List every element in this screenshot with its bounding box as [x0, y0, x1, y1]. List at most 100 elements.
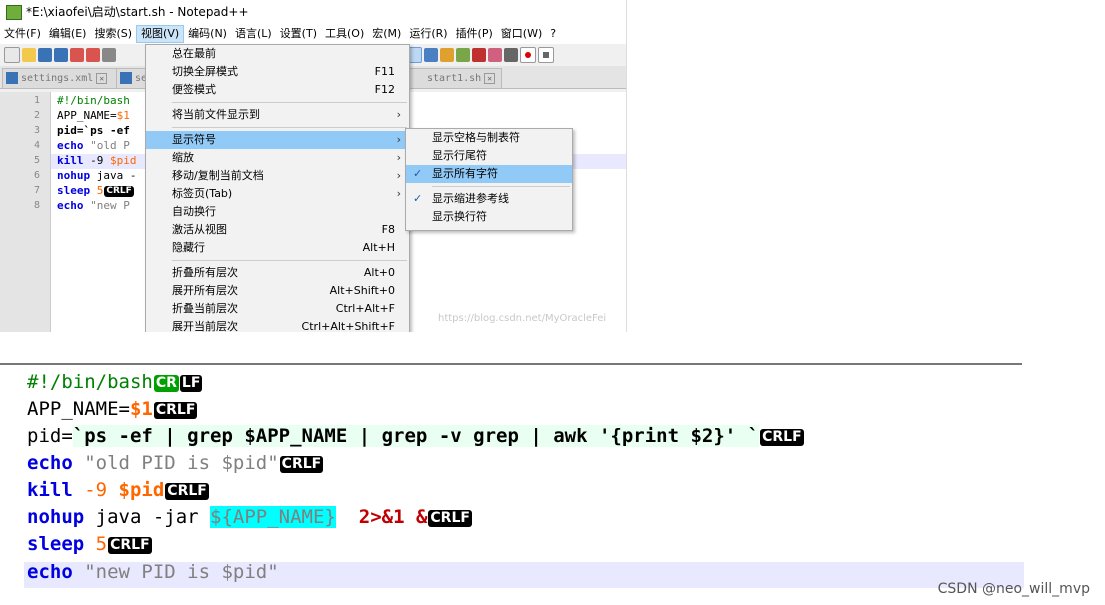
menu-item-fold-current[interactable]: 折叠当前层次 Ctrl+Alt+F [146, 300, 409, 318]
close-icon[interactable]: ✕ [484, 73, 496, 84]
folder-workspace-icon[interactable] [488, 48, 502, 62]
stop-macro-icon[interactable] [538, 47, 554, 63]
menu-item-tab[interactable]: 标签页(Tab) › [146, 185, 409, 203]
code-line: kill -9 $pid [57, 154, 137, 167]
tab-label: settings.xml [21, 73, 94, 84]
menu-item-postit[interactable]: 便签模式 F12 [146, 81, 409, 99]
code-token: APP_NAME= [27, 398, 130, 420]
menu-item-hide-lines[interactable]: 隐藏行 Alt+H [146, 239, 409, 257]
lf-label: LF [783, 429, 802, 445]
code-line: pid=`ps -ef [57, 124, 130, 137]
tab-settings-xml[interactable]: settings.xml ✕ [2, 68, 118, 88]
code-token: $pid [118, 479, 165, 501]
chevron-right-icon: › [396, 108, 401, 121]
doc-map-icon[interactable] [456, 48, 470, 62]
menu-separator [172, 102, 407, 103]
window-title: *E:\xiaofei\启动\start.sh - Notepad++ [26, 5, 249, 19]
udl-icon[interactable] [440, 48, 454, 62]
menu-file[interactable]: 文件(F) [0, 25, 45, 43]
menu-item-zoom[interactable]: 缩放 › [146, 149, 409, 167]
menu-item-word-wrap[interactable]: 自动换行 [146, 203, 409, 221]
menu-item-label: 便签模式 [172, 83, 216, 96]
menu-plugins[interactable]: 插件(P) [452, 25, 497, 43]
watermark: https://blog.csdn.net/MyOracleFei [438, 313, 607, 324]
cr-label: CR [106, 186, 120, 196]
menu-tools[interactable]: 工具(O) [321, 25, 368, 43]
menu-item-fullscreen[interactable]: 切换全屏模式 F11 [146, 63, 409, 81]
menu-item-show-wrap[interactable]: 显示换行符 [406, 208, 572, 226]
menu-item-always-on-top[interactable]: 总在最前 [146, 45, 409, 63]
menu-search[interactable]: 搜索(S) [90, 25, 136, 43]
menu-item-unfold-current[interactable]: 展开当前层次 Ctrl+Alt+Shift+F [146, 318, 409, 332]
menu-item-show-eol[interactable]: 显示行尾符 [406, 147, 572, 165]
close-all-icon[interactable] [86, 48, 100, 62]
code-token: -9 [72, 479, 119, 501]
menu-language[interactable]: 语言(L) [231, 25, 276, 43]
file-icon [6, 72, 18, 84]
menu-item-label: 折叠所有层次 [172, 266, 238, 279]
menu-macro[interactable]: 宏(M) [368, 25, 405, 43]
menu-item-label: 隐藏行 [172, 241, 205, 254]
close-icon[interactable]: ✕ [96, 73, 108, 84]
close-file-icon[interactable] [70, 48, 84, 62]
menu-item-move-clone[interactable]: 移动/复制当前文档 › [146, 167, 409, 185]
shortcut: F8 [381, 223, 395, 236]
code-token: 5 [90, 184, 104, 197]
menu-help[interactable]: ? [546, 25, 560, 43]
code-line: #!/bin/bash [57, 94, 130, 107]
menu-item-label: 缩放 [172, 151, 194, 164]
code-token: nohup [57, 169, 91, 182]
save-icon[interactable] [38, 48, 52, 62]
shortcut: Alt+0 [363, 266, 395, 279]
menu-edit[interactable]: 编辑(E) [45, 25, 91, 43]
divider [0, 363, 1022, 365]
menu-item-label: 总在最前 [172, 47, 216, 60]
cr-label: CR [430, 510, 452, 526]
open-file-icon[interactable] [22, 48, 36, 62]
lf-label: LF [188, 483, 207, 499]
code-token: java - [90, 169, 137, 182]
cr-label: CR [281, 456, 303, 472]
menu-view[interactable]: 视图(V) [136, 25, 185, 43]
menu-item-unfold-all[interactable]: 展开所有层次 Alt+Shift+0 [146, 282, 409, 300]
menu-separator [432, 186, 570, 187]
menu-item-show-indent-guide[interactable]: ✓ 显示缩进参考线 [406, 190, 572, 208]
notepad-icon [6, 5, 22, 20]
menu-item-label: 切换全屏模式 [172, 65, 238, 78]
menu-item-show-all-chars[interactable]: ✓ 显示所有字符 [406, 165, 572, 183]
indent-guide-icon[interactable] [424, 48, 438, 62]
line-number: 3 [33, 125, 40, 136]
menu-item-fold-all[interactable]: 折叠所有层次 Alt+0 [146, 264, 409, 282]
code-line: echo "new PID is $pid" [27, 560, 279, 584]
chevron-right-icon: › [396, 151, 401, 164]
menu-item-activate-view[interactable]: 激活从视图 F8 [146, 221, 409, 239]
check-icon: ✓ [413, 167, 423, 180]
function-list-icon[interactable] [472, 48, 486, 62]
print-icon[interactable] [102, 48, 116, 62]
code-token: pid= [27, 425, 73, 447]
menu-item-show-symbol[interactable]: 显示符号 › [146, 131, 409, 149]
menu-item-show-space-tab[interactable]: 显示空格与制表符 [406, 129, 572, 147]
shortcut: Alt+Shift+0 [329, 284, 395, 297]
code-token: 2>&1 & [335, 506, 428, 528]
menu-settings[interactable]: 设置(T) [276, 25, 321, 43]
code-token: sleep [57, 184, 91, 197]
code-token: $1 [116, 109, 130, 122]
code-token: echo [27, 452, 73, 474]
cr-marker: CR [153, 375, 179, 392]
code-line: sleep 5 CRLF [57, 184, 134, 197]
file-icon [120, 72, 132, 84]
credit-watermark: CSDN @neo_will_mvp [937, 581, 1090, 597]
tab-start1-sh[interactable]: start1.sh ✕ [408, 68, 502, 88]
new-file-icon[interactable] [4, 47, 20, 63]
menu-run[interactable]: 运行(R) [405, 25, 451, 43]
menu-item-show-in[interactable]: 将当前文件显示到 › [146, 106, 409, 124]
menu-encoding[interactable]: 编码(N) [184, 25, 231, 43]
monitoring-icon[interactable] [504, 48, 518, 62]
save-all-icon[interactable] [54, 48, 68, 62]
menu-window[interactable]: 窗口(W) [497, 25, 546, 43]
code-token: kill [27, 479, 73, 501]
code-token: echo [57, 199, 84, 212]
record-macro-icon[interactable] [520, 47, 536, 63]
menu-item-label: 显示所有字符 [432, 167, 498, 180]
